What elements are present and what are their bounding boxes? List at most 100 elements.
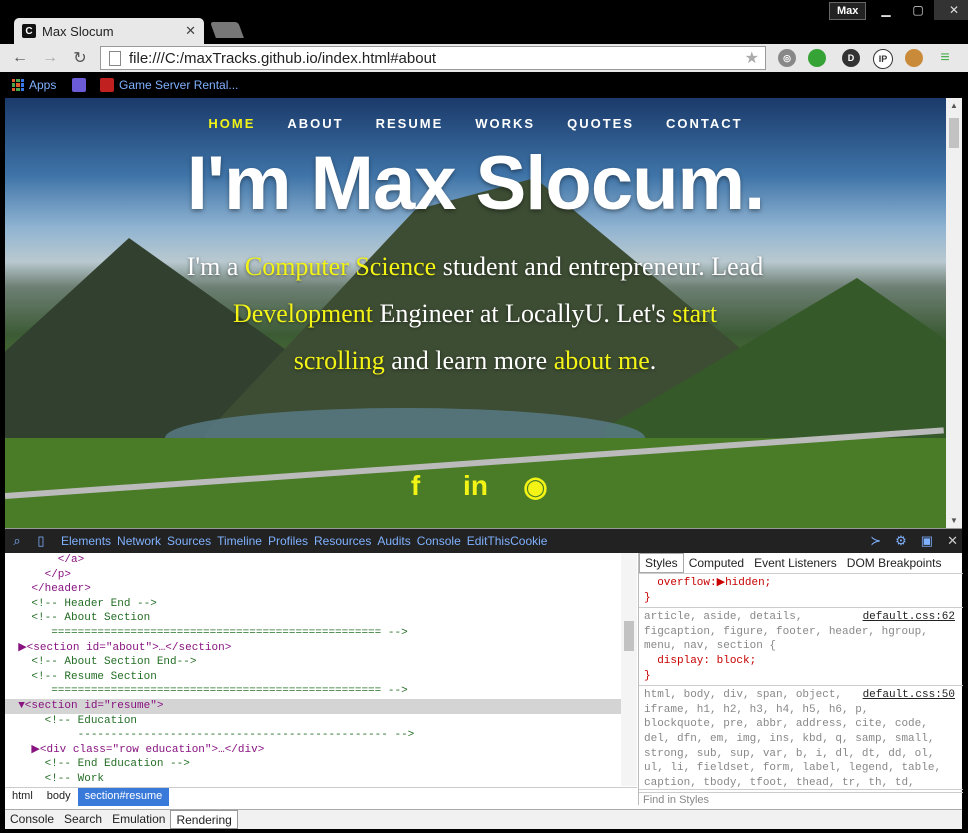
- nav-resume[interactable]: RESUME: [376, 116, 444, 131]
- social-links: f in ◉: [5, 470, 946, 503]
- tree-line-div-education[interactable]: ▶<div class="row education">…</div>: [5, 743, 637, 758]
- bookmark-game-server-label: Game Server Rental...: [119, 78, 239, 92]
- scrollbar-thumb[interactable]: [949, 118, 959, 148]
- shield-extension-icon[interactable]: ◎: [778, 49, 796, 67]
- tab-computed[interactable]: Computed: [684, 554, 749, 572]
- bookmark-apps[interactable]: Apps: [12, 78, 56, 92]
- console-drawer-icon[interactable]: ≻: [870, 533, 881, 549]
- css-rule-overflow[interactable]: overflow:▶hidden; }: [639, 574, 963, 609]
- link-about-me[interactable]: about me: [554, 346, 650, 375]
- drawer-tab-search[interactable]: Search: [59, 810, 107, 829]
- tab-event-listeners[interactable]: Event Listeners: [749, 554, 842, 572]
- new-tab-button[interactable]: [210, 22, 244, 38]
- close-devtools-icon[interactable]: ✕: [947, 533, 958, 549]
- tree-line-section-resume[interactable]: ▼<section id="resume">: [5, 698, 637, 714]
- elements-scrollbar[interactable]: [621, 553, 637, 786]
- minimize-icon[interactable]: ▁: [870, 0, 902, 20]
- tree-line[interactable]: <!-- About Section End-->: [5, 655, 637, 670]
- tab-sources[interactable]: Sources: [167, 534, 217, 548]
- link-computer-science[interactable]: Computer Science: [245, 252, 436, 281]
- tree-line[interactable]: <!-- Education: [5, 714, 637, 729]
- url-text: file:///C:/maxTracks.github.io/index.htm…: [129, 49, 437, 67]
- tree-line[interactable]: <!-- Header End -->: [5, 597, 637, 612]
- back-arrow-icon[interactable]: ←: [10, 48, 30, 68]
- tree-line[interactable]: <!-- End Education -->: [5, 757, 637, 772]
- game-server-icon: [100, 78, 114, 92]
- css-rule-reset[interactable]: default.css:50 html, body, div, span, obj…: [639, 686, 963, 794]
- bookmark-extension[interactable]: [72, 78, 86, 92]
- tree-line[interactable]: </p>: [5, 568, 637, 583]
- settings-gear-icon[interactable]: ⚙: [895, 533, 907, 549]
- source-link[interactable]: default.css:50: [863, 688, 955, 703]
- nav-contact[interactable]: CONTACT: [666, 116, 743, 131]
- css-rule-block[interactable]: default.css:62 article, aside, details, f…: [639, 608, 963, 687]
- site-nav: HOME ABOUT RESUME WORKS QUOTES CONTACT: [5, 116, 946, 131]
- tab-console[interactable]: Console: [417, 534, 467, 548]
- tab-editthiscookie[interactable]: EditThisCookie: [467, 534, 554, 548]
- device-mode-icon[interactable]: ▯: [29, 533, 53, 549]
- tree-line[interactable]: <!-- Resume Section: [5, 670, 637, 685]
- nav-works[interactable]: WORKS: [475, 116, 535, 131]
- bookmarks-bar: Apps Game Server Rental...: [0, 72, 968, 98]
- apps-grid-icon: [12, 79, 24, 91]
- tree-line[interactable]: ----------------------------------------…: [5, 728, 637, 743]
- tab-elements[interactable]: Elements: [53, 534, 117, 548]
- nav-quotes[interactable]: QUOTES: [567, 116, 634, 131]
- devtools-tabs: ⌕ ▯ Elements Network Sources Timeline Pr…: [5, 529, 962, 553]
- tree-line[interactable]: <!-- Work: [5, 772, 637, 786]
- scroll-up-icon[interactable]: ▲: [950, 101, 958, 110]
- tab-timeline[interactable]: Timeline: [217, 534, 268, 548]
- tab-close-icon[interactable]: ✕: [185, 23, 196, 39]
- styles-pane: Styles Computed Event Listeners DOM Brea…: [638, 553, 963, 806]
- browser-tab[interactable]: C Max Slocum ✕: [14, 18, 204, 44]
- tab-network[interactable]: Network: [117, 534, 167, 548]
- bookmark-star-icon[interactable]: ★: [745, 48, 759, 68]
- tab-styles[interactable]: Styles: [639, 553, 684, 573]
- link-development[interactable]: Development: [233, 299, 373, 328]
- tab-dom-breakpoints[interactable]: DOM Breakpoints: [842, 554, 947, 572]
- crumb-section-resume[interactable]: section#resume: [77, 788, 170, 806]
- find-in-styles-input[interactable]: Find in Styles: [639, 789, 963, 809]
- nav-about[interactable]: ABOUT: [287, 116, 343, 131]
- tree-line[interactable]: <!-- About Section: [5, 611, 637, 626]
- cookie-icon[interactable]: [905, 49, 923, 67]
- maximize-icon[interactable]: ▢: [902, 0, 934, 20]
- source-link[interactable]: default.css:62: [863, 610, 955, 625]
- d-extension-icon[interactable]: D: [842, 49, 860, 67]
- crumb-body[interactable]: body: [40, 788, 78, 806]
- linkedin-icon[interactable]: in: [461, 470, 491, 503]
- forward-arrow-icon[interactable]: →: [40, 48, 60, 68]
- ip-extension-icon[interactable]: IP: [873, 49, 893, 69]
- tree-line-section-about[interactable]: ▶<section id="about">…</section>: [5, 641, 637, 656]
- reload-icon[interactable]: ↻: [70, 48, 90, 68]
- leaf-extension-icon[interactable]: [808, 49, 826, 67]
- scrollbar-thumb[interactable]: [624, 621, 634, 651]
- address-bar[interactable]: file:///C:/maxTracks.github.io/index.htm…: [100, 46, 766, 70]
- hero-intro: I'm a Computer Science student and entre…: [186, 252, 764, 375]
- drawer-tab-rendering[interactable]: Rendering: [170, 810, 238, 829]
- bookmark-game-server[interactable]: Game Server Rental...: [100, 78, 238, 92]
- page-viewport: HOME ABOUT RESUME WORKS QUOTES CONTACT I…: [5, 98, 946, 528]
- close-window-icon[interactable]: ✕: [934, 0, 968, 20]
- drawer-tab-console[interactable]: Console: [5, 810, 59, 829]
- dock-icon[interactable]: ▣: [921, 533, 933, 549]
- crumb-html[interactable]: html: [5, 788, 40, 806]
- profile-button[interactable]: Max: [829, 2, 867, 20]
- facebook-icon[interactable]: f: [401, 470, 431, 503]
- inspect-search-icon[interactable]: ⌕: [5, 533, 29, 549]
- tab-audits[interactable]: Audits: [377, 534, 416, 548]
- tree-line[interactable]: ========================================…: [5, 684, 637, 699]
- browser-toolbar: ← → ↻ file:///C:/maxTracks.github.io/ind…: [0, 44, 968, 72]
- tree-line[interactable]: ========================================…: [5, 626, 637, 641]
- page-scrollbar[interactable]: ▲ ▼: [946, 98, 962, 528]
- tree-line[interactable]: </header>: [5, 582, 637, 597]
- tab-profiles[interactable]: Profiles: [268, 534, 314, 548]
- github-icon[interactable]: ◉: [521, 470, 551, 503]
- tab-resources[interactable]: Resources: [314, 534, 377, 548]
- scroll-down-icon[interactable]: ▼: [950, 516, 958, 525]
- styles-tabs: Styles Computed Event Listeners DOM Brea…: [639, 553, 963, 574]
- nav-home[interactable]: HOME: [208, 116, 255, 131]
- menu-icon[interactable]: ≡: [936, 49, 954, 67]
- drawer-tab-emulation[interactable]: Emulation: [107, 810, 170, 829]
- tree-line[interactable]: </a>: [5, 553, 637, 568]
